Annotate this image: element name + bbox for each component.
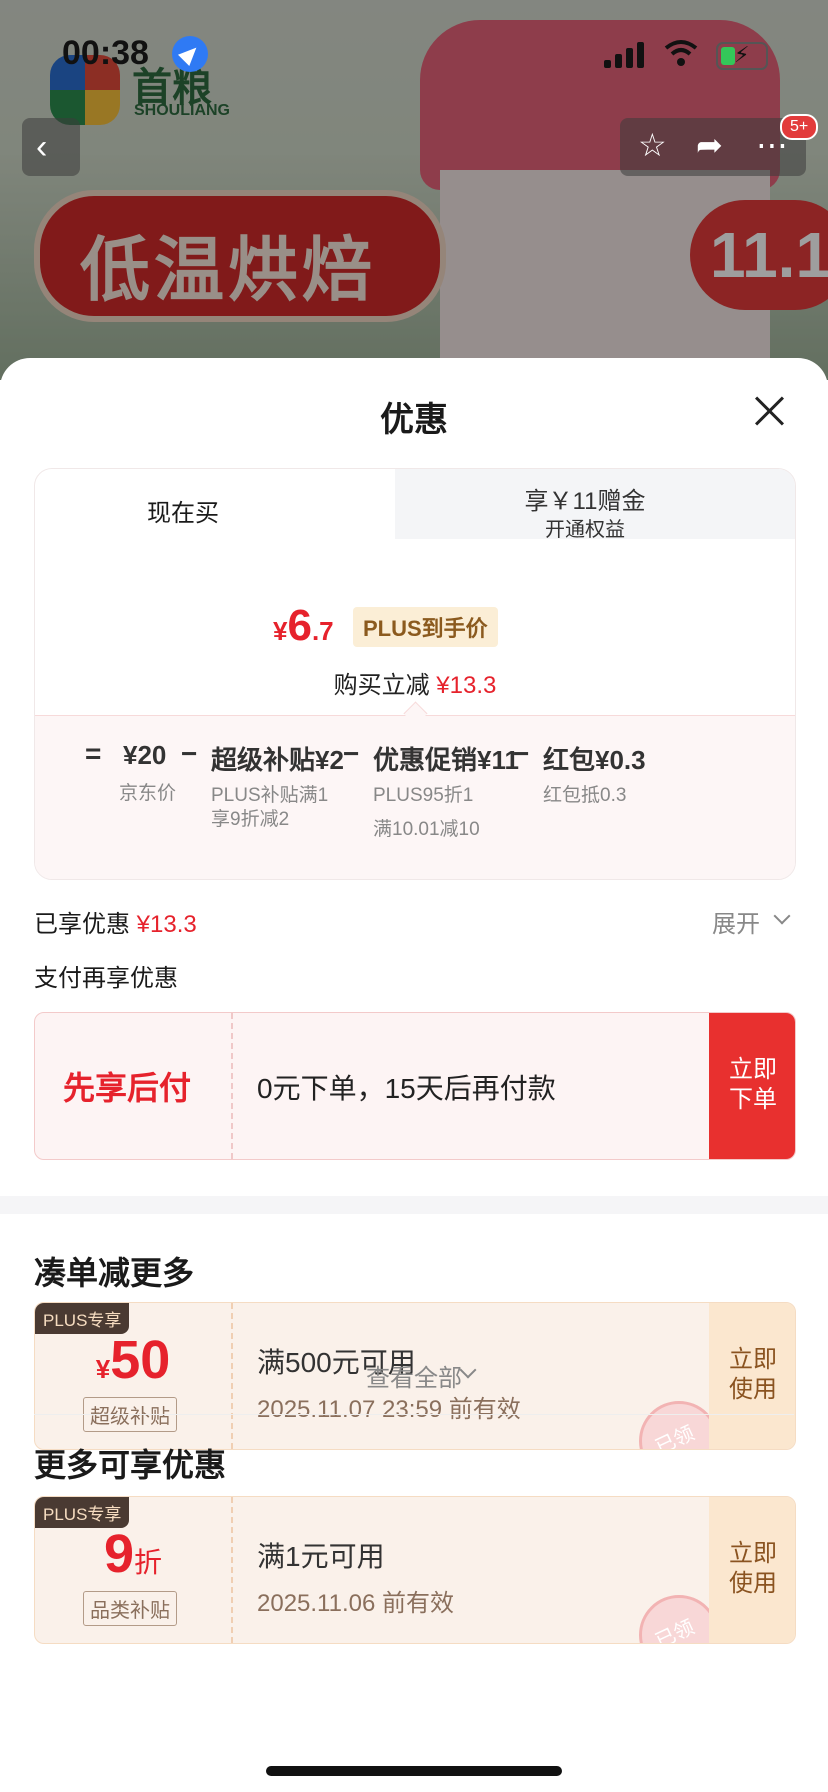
coupon-type: 品类补贴 (83, 1591, 177, 1626)
location-arrow-icon (172, 36, 208, 72)
pay-section-title: 支付再享优惠 (34, 965, 178, 992)
pay-later-name-box: 先享后付 (35, 1013, 231, 1159)
enjoyed-discount: 已享优惠 ¥13.3 (34, 904, 197, 939)
chevron-left-icon: ‹ (36, 128, 48, 166)
top-tools: ☆ ➦ ⋯ (620, 118, 806, 176)
tab-plus-benefit[interactable]: 享￥11赠金 开通权益 (375, 469, 795, 541)
battery-icon: ⚡ (716, 42, 768, 70)
use-now-button[interactable]: 立即使用 (709, 1497, 795, 1643)
purchase-reduction: 购买立减 ¥13.3 (35, 665, 795, 700)
claimed-stamp-icon: 已领 (639, 1595, 719, 1644)
coupon-validity: 2025.11.07 23:59 前有效 (257, 1396, 521, 1423)
order-now-label: 立即下单 (729, 1056, 777, 1113)
tab-plus-line2: 开通权益 (545, 519, 625, 541)
status-time: 00:38 (62, 34, 149, 72)
breakdown-super-subsidy-desc1: PLUS补贴满1 (211, 785, 329, 806)
pay-later-name: 先享后付 (63, 1070, 192, 1106)
coupon-validity: 2025.11.06 前有效 (257, 1590, 455, 1617)
reduction-label: 购买立减 (333, 672, 430, 699)
wifi-icon (664, 38, 698, 68)
share-icon[interactable]: ➦ (696, 126, 723, 164)
minus-sign: − (513, 738, 530, 769)
back-button[interactable]: ‹ (22, 118, 80, 176)
tab-plus-line1: 享￥11赠金 (524, 488, 646, 515)
coupon-amount: 9折 (35, 1523, 231, 1585)
price-card: 享￥11赠金 开通权益 现在买 ¥6.7 PLUS到手价 购买立减 ¥13.3 … (34, 468, 796, 880)
breakdown-red-packet-desc: 红包抵0.3 (543, 785, 627, 806)
section-gap (0, 1196, 828, 1214)
price-integer: 6 (287, 601, 312, 650)
use-now-label: 立即使用 (729, 1540, 777, 1597)
pay-later-card[interactable]: 先享后付 0元下单，15天后再付款 立即下单 (34, 1012, 796, 1160)
dashed-divider (231, 1013, 233, 1159)
claimed-stamp-text: 已领 (652, 1616, 698, 1644)
breakdown-red-packet: 红包¥0.3 (543, 745, 646, 775)
coupon-card-category-subsidy[interactable]: PLUS专享 9折 品类补贴 满1元可用 2025.11.06 前有效 已领 立… (34, 1496, 796, 1644)
breakdown-jd-price: ¥20 (123, 740, 167, 770)
breakdown-promotion-desc2: 满10.01减10 (373, 819, 480, 840)
price-breakdown: = ¥20 京东价 − 超级补贴¥2 PLUS补贴满1 享9折减2 − 优惠促销… (35, 715, 795, 879)
star-icon[interactable]: ☆ (638, 126, 667, 164)
home-indicator[interactable] (266, 1766, 562, 1776)
breakdown-jd-price-label: 京东价 (119, 783, 177, 804)
claimed-stamp-text: 已领 (652, 1422, 698, 1450)
pay-later-desc: 0元下单，15天后再付款 (257, 1073, 556, 1104)
discount-sheet: 优惠 享￥11赠金 开通权益 现在买 ¥6.7 PLUS到手价 购买立减 ¥13… (0, 358, 828, 1792)
coupon-condition: 满1元可用 (257, 1541, 385, 1572)
view-all-button[interactable]: 查看全部 (0, 1358, 828, 1393)
signal-icon (604, 40, 648, 68)
expand-button[interactable]: 展开 (712, 904, 760, 939)
coupon-amount-box: PLUS专享 9折 品类补贴 (35, 1497, 231, 1643)
enjoyed-amount: ¥13.3 (136, 911, 197, 938)
chevron-down-icon (773, 907, 791, 925)
breakdown-promotion-desc1: PLUS95折1 (373, 785, 474, 806)
claimed-stamp-icon: 已领 (639, 1401, 719, 1450)
final-price: ¥6.7 (273, 601, 334, 651)
breakdown-promotion: 优惠促销¥11 (373, 745, 519, 775)
coupon-value: 9 (103, 1524, 135, 1584)
equals-sign: = (85, 738, 102, 769)
more-badge: 5+ (780, 114, 819, 140)
bundle-section-title: 凑单减更多 (34, 1255, 195, 1291)
dashed-divider (231, 1497, 233, 1643)
order-now-button[interactable]: 立即下单 (709, 1013, 795, 1159)
divider (34, 1414, 794, 1415)
price-decimal: .7 (311, 616, 334, 646)
sheet-title: 优惠 (380, 401, 448, 439)
breakdown-super-subsidy: 超级补贴¥2 (211, 745, 344, 775)
tab-buy-now-label: 现在买 (147, 500, 219, 527)
minus-sign: − (343, 738, 360, 769)
minus-sign: − (181, 738, 198, 769)
tab-buy-now[interactable]: 现在买 (35, 469, 395, 544)
reduction-amount: ¥13.3 (436, 672, 497, 699)
plus-price-label: PLUS到手价 (353, 607, 498, 647)
price-symbol: ¥ (273, 616, 288, 646)
breakdown-super-subsidy-desc2: 享9折减2 (211, 809, 290, 830)
coupon-unit: 折 (134, 1547, 163, 1578)
close-icon[interactable] (752, 394, 786, 428)
enjoyed-label: 已享优惠 (34, 911, 130, 938)
more-section-title: 更多可享优惠 (34, 1447, 227, 1483)
